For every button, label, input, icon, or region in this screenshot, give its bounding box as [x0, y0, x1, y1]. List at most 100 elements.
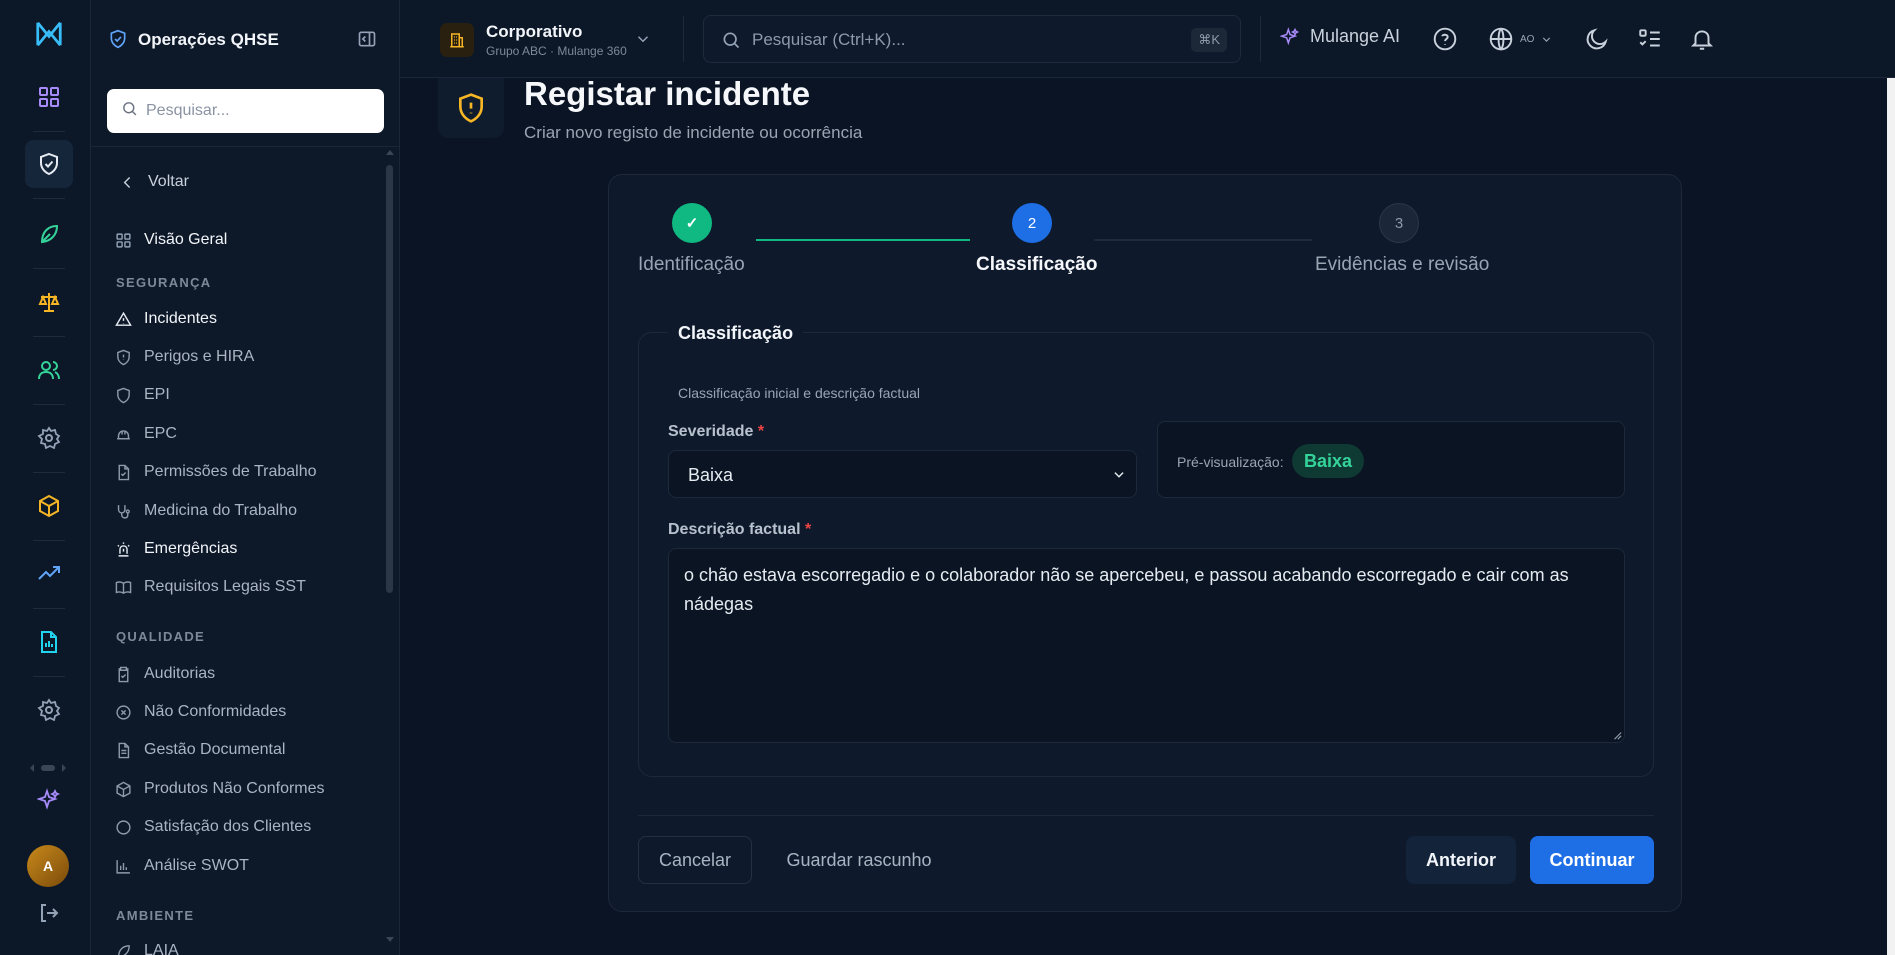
- step-3-indicator[interactable]: 3: [1379, 203, 1419, 243]
- sidebar-search[interactable]: [107, 89, 384, 133]
- sidebar-item-label: Produtos Não Conformes: [144, 780, 325, 797]
- continue-button[interactable]: Continuar: [1530, 836, 1654, 884]
- trending-up-icon[interactable]: [25, 550, 73, 598]
- sidebar-item-document-management[interactable]: Gestão Documental: [115, 736, 285, 764]
- sidebar-header: Operações QHSE: [91, 0, 400, 78]
- sidebar-item-swot[interactable]: Análise SWOT: [115, 852, 249, 880]
- sparkles-icon: [1280, 26, 1300, 45]
- gear-icon[interactable]: [25, 686, 73, 734]
- sidebar-title: Operações QHSE: [138, 30, 279, 49]
- cancel-button[interactable]: Cancelar: [638, 836, 752, 884]
- sidebar-item-label: Perigos e HIRA: [144, 348, 255, 365]
- sidebar-item-laia[interactable]: LAIA: [115, 937, 179, 955]
- resize-handle-icon[interactable]: [1612, 730, 1622, 740]
- severity-badge: Baixa: [1292, 444, 1365, 478]
- chevron-down-icon: [1114, 472, 1124, 478]
- section-heading-quality: QUALIDADE: [116, 629, 205, 644]
- top-bar: Corporativo Grupo ABC · Mulange 360 Pesq…: [400, 0, 1895, 78]
- sidebar-item-epc[interactable]: EPC: [115, 420, 177, 448]
- settings-icon[interactable]: [25, 414, 73, 462]
- language-switcher[interactable]: AO: [1488, 26, 1553, 52]
- report-icon[interactable]: [25, 618, 73, 666]
- sidebar-item-label: EPI: [144, 386, 170, 403]
- sidebar-item-label: Emergências: [144, 540, 238, 557]
- page-scrollbar[interactable]: [1887, 78, 1895, 955]
- book-open-icon: [115, 580, 132, 594]
- bar-chart-icon: [116, 859, 130, 874]
- sidebar-search-input[interactable]: [146, 102, 366, 120]
- sidebar-item-hazards[interactable]: Perigos e HIRA: [115, 343, 254, 371]
- step-2-label[interactable]: Classificação: [976, 254, 1097, 276]
- sidebar-item-label: Não Conformidades: [144, 703, 287, 720]
- sidebar-item-nonconforming-products[interactable]: Produtos Não Conformes: [115, 775, 325, 803]
- globe-icon: [1489, 27, 1513, 51]
- sidebar-item-work-permits[interactable]: Permissões de Trabalho: [115, 458, 317, 486]
- step-3-label[interactable]: Evidências e revisão: [1315, 254, 1489, 276]
- fieldset-description: Classificação inicial e descrição factua…: [678, 385, 920, 401]
- shield-icon[interactable]: [25, 140, 73, 188]
- step-2-indicator[interactable]: 2: [1012, 203, 1052, 243]
- sidebar-item-label: EPC: [144, 425, 177, 442]
- severity-label: Severidade *: [668, 423, 765, 440]
- sidebar-item-audits[interactable]: Auditorias: [115, 660, 215, 688]
- sidebar-item-overview[interactable]: Visão Geral: [115, 226, 227, 254]
- package-icon[interactable]: [25, 482, 73, 530]
- back-button[interactable]: Voltar: [119, 168, 189, 196]
- step-1-indicator[interactable]: ✓: [672, 203, 712, 243]
- circle-icon: [116, 819, 131, 835]
- sidebar-item-label: Gestão Documental: [144, 741, 286, 758]
- help-icon[interactable]: [1432, 26, 1458, 52]
- sidebar-item-legal-requirements[interactable]: Requisitos Legais SST: [115, 573, 306, 601]
- page-header-icon: [438, 78, 504, 138]
- moon-icon[interactable]: [1584, 26, 1610, 52]
- sidebar-item-incidents[interactable]: Incidentes: [115, 305, 217, 333]
- leaf-icon[interactable]: [25, 210, 73, 258]
- language-code: AO: [1520, 33, 1535, 45]
- checklist-icon[interactable]: [1637, 26, 1663, 52]
- step-1-label[interactable]: Identificação: [638, 254, 745, 276]
- sidebar-item-epi[interactable]: EPI: [115, 381, 170, 409]
- sparkles-icon[interactable]: [25, 776, 73, 824]
- org-subtitle: Grupo ABC · Mulange 360: [486, 44, 627, 58]
- sidebar-item-label: Medicina do Trabalho: [144, 502, 297, 519]
- classification-fieldset: Classificação Classificação inicial e de…: [638, 323, 1654, 777]
- severity-preview: Pré-visualização: Baixa: [1157, 421, 1625, 498]
- save-draft-button[interactable]: Guardar rascunho: [769, 836, 949, 884]
- sidebar-clip: LAIA: [91, 936, 381, 955]
- section-heading-environment: AMBIENTE: [116, 908, 195, 923]
- preview-label: Pré-visualização:: [1177, 454, 1284, 470]
- severity-select[interactable]: Baixa: [668, 450, 1137, 498]
- app-logo-icon[interactable]: [25, 10, 73, 58]
- app-root: A Operações QHSE Voltar: [0, 0, 1895, 955]
- factual-description-label: Descrição factual *: [668, 521, 812, 538]
- bell-icon[interactable]: [1689, 26, 1715, 52]
- sidebar-item-customer-satisfaction[interactable]: Satisfação dos Clientes: [115, 813, 311, 841]
- previous-button[interactable]: Anterior: [1406, 836, 1516, 884]
- factual-description-textarea[interactable]: o chão estava escorregadio e o colaborad…: [668, 548, 1625, 743]
- scale-icon[interactable]: [25, 278, 73, 326]
- shield-icon: [117, 387, 130, 403]
- dashboard-icon[interactable]: [25, 73, 73, 121]
- actions-divider: [638, 815, 1654, 816]
- search-shortcut-badge: ⌘K: [1191, 28, 1227, 52]
- sidebar-item-occupational-medicine[interactable]: Medicina do Trabalho: [115, 497, 297, 525]
- org-name[interactable]: Corporativo: [486, 22, 582, 42]
- grid-icon: [116, 232, 131, 248]
- global-search[interactable]: Pesquisar (Ctrl+K)... ⌘K: [703, 15, 1241, 63]
- building-icon[interactable]: [440, 23, 474, 57]
- sidebar-scrollbar[interactable]: [386, 165, 393, 593]
- icon-rail: A: [0, 0, 91, 955]
- sidebar-item-emergencies[interactable]: Emergências: [115, 535, 237, 563]
- step-connector-pending: [1094, 239, 1312, 241]
- clipboard-check-icon: [118, 666, 129, 682]
- page-title: Registar incidente: [524, 75, 811, 112]
- collapse-sidebar-icon[interactable]: [357, 29, 377, 54]
- logout-icon[interactable]: [25, 889, 73, 937]
- sidebar-item-label: Auditorias: [144, 665, 216, 682]
- fieldset-legend: Classificação: [668, 323, 804, 344]
- mulange-ai-button[interactable]: Mulange AI: [1280, 26, 1400, 47]
- users-icon[interactable]: [25, 346, 73, 394]
- chevron-down-icon[interactable]: [634, 30, 652, 53]
- avatar[interactable]: A: [27, 845, 69, 887]
- sidebar-item-nonconformities[interactable]: Não Conformidades: [115, 698, 286, 726]
